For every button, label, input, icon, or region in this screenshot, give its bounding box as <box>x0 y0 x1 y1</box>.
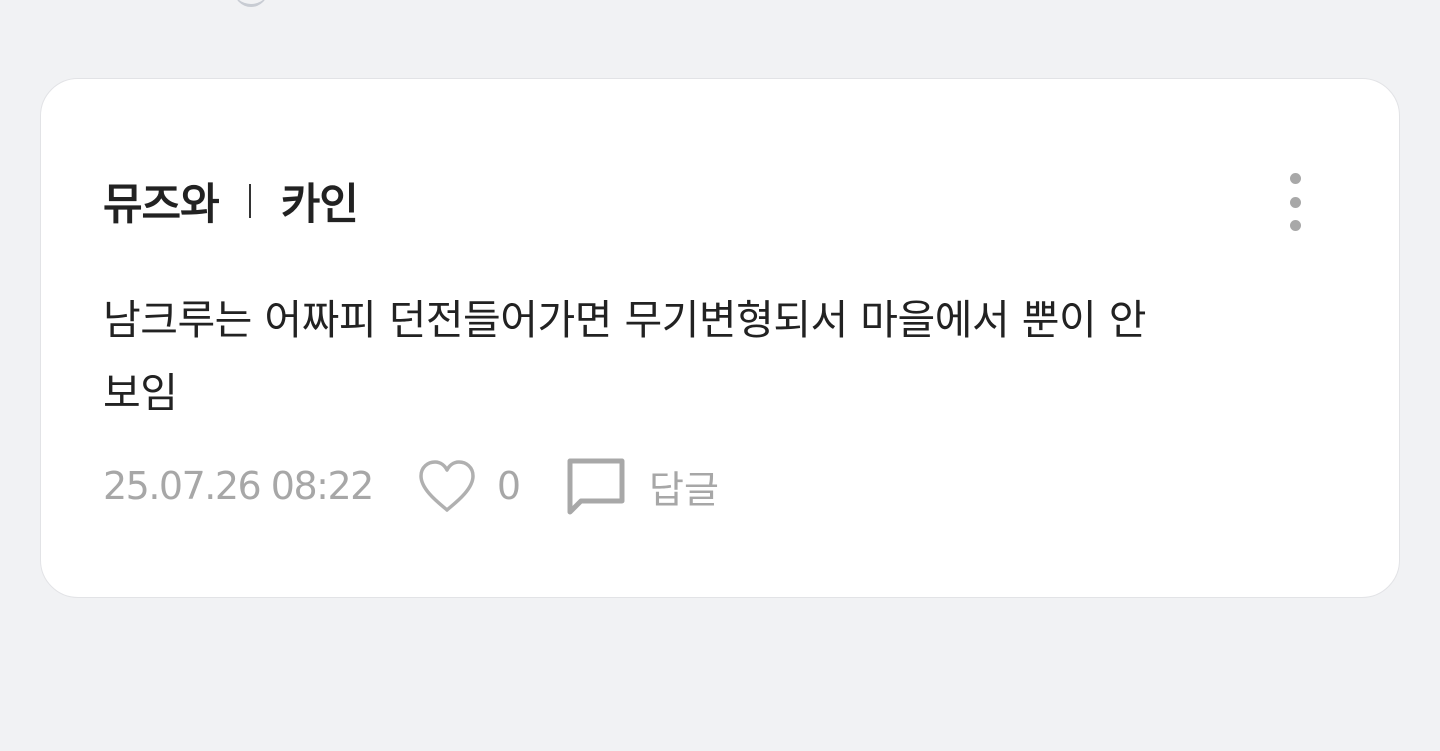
speech-bubble-icon <box>567 458 625 515</box>
heart-outline-icon <box>419 460 475 512</box>
like-count: 0 <box>496 464 521 508</box>
character-name[interactable]: 카인 <box>281 170 359 232</box>
more-dot <box>1289 220 1301 231</box>
comment-meta: 25.07.26 08:22 0 답글 <box>103 451 719 521</box>
reply-button[interactable]: 답글 <box>565 456 719 516</box>
author-name[interactable]: 뮤즈와 <box>103 170 220 232</box>
more-options-button[interactable] <box>1277 169 1313 235</box>
comment-header: 뮤즈와 카인 <box>103 170 359 232</box>
comment-text: 남크루는 어짜피 던전들어가면 무기변형되서 마을에서 뿐이 안 보임 <box>103 284 1323 430</box>
more-dot <box>1289 196 1301 208</box>
header-divider <box>248 184 251 218</box>
reply-label: 답글 <box>649 467 719 512</box>
comment-timestamp: 25.07.26 08:22 <box>103 464 374 508</box>
more-vertical-icon <box>1289 173 1301 184</box>
like-button[interactable]: 0 <box>417 458 521 514</box>
partial-icon-above <box>234 0 268 7</box>
comment-card: 뮤즈와 카인 남크루는 어짜피 던전들어가면 무기변형되서 마을에서 뿐이 안 … <box>40 78 1400 598</box>
comment-text-line: 남크루는 어짜피 던전들어가면 무기변형되서 마을에서 뿐이 안 <box>103 296 1146 344</box>
comment-text-line: 보임 <box>103 369 178 417</box>
